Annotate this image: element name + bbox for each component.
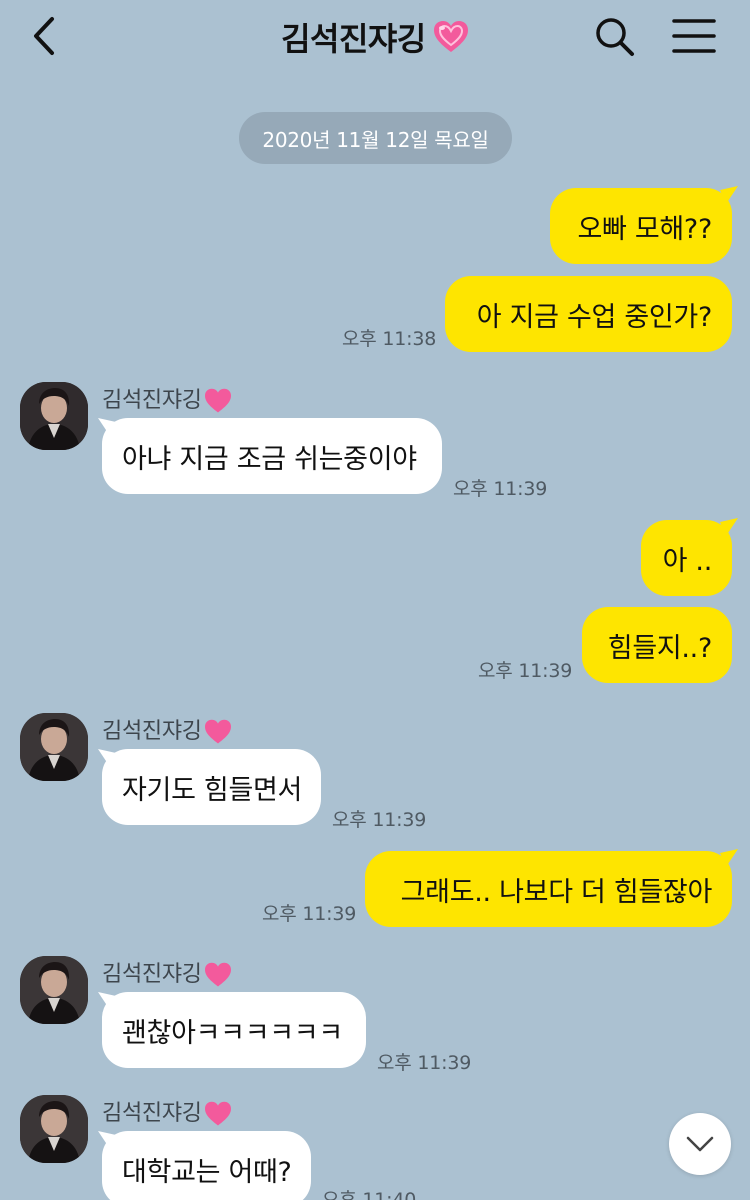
my-message-bubble[interactable]: 오빠 모해?? (550, 188, 732, 264)
message-text: 자기도 힘들면서 (122, 774, 303, 806)
bubble-tail (720, 518, 738, 536)
message-text: 오빠 모해?? (577, 213, 712, 245)
their-message-bubble[interactable]: 대학교는 어때? (102, 1131, 311, 1200)
heart-icon (204, 1101, 231, 1126)
chat-header: 김석진쟈깅 (0, 0, 750, 76)
avatar[interactable] (20, 382, 88, 450)
message-text: 아 지금 수업 중인가? (476, 301, 713, 333)
search-icon (596, 18, 634, 56)
bubble-tail (720, 849, 738, 867)
avatar[interactable] (20, 956, 88, 1024)
menu-button[interactable] (672, 18, 716, 54)
their-message-bubble[interactable]: 괜찮아ㅋㅋㅋㅋㅋㅋ (102, 992, 366, 1068)
message-time: 오후 11:40 (322, 1189, 417, 1200)
message-time: 오후 11:39 (377, 1052, 472, 1074)
chevron-down-icon (686, 1136, 714, 1152)
bubble-tail (720, 186, 738, 204)
message-text: 아냐 지금 조금 쉬는중이야 (122, 443, 417, 475)
message-time: 오후 11:39 (453, 478, 548, 500)
message-time: 오후 11:38 (342, 328, 437, 350)
heart-icon (204, 719, 231, 744)
search-button[interactable] (594, 16, 636, 58)
message-text: 그래도.. 나보다 더 힘들잖아 (400, 876, 713, 908)
profile-photo (20, 713, 88, 781)
heart-icon (204, 388, 231, 413)
sender-name: 김석진쟈깅 (102, 956, 232, 988)
my-message-bubble[interactable]: 힘들지..? (582, 607, 732, 683)
menu-icon (672, 19, 716, 53)
message-text: 괜찮아ㅋㅋㅋㅋㅋㅋ (122, 1017, 343, 1049)
heart-icon (204, 962, 231, 987)
profile-photo (20, 382, 88, 450)
my-message-bubble[interactable]: 아 .. (641, 520, 732, 596)
sender-name: 김석진쟈깅 (102, 713, 232, 745)
message-text: 힘들지..? (607, 632, 713, 664)
chat-title: 김석진쟈깅 (281, 20, 426, 58)
message-text: 대학교는 어때? (122, 1156, 292, 1188)
scroll-to-bottom-button[interactable] (669, 1113, 731, 1175)
message-time: 오후 11:39 (262, 903, 357, 925)
date-divider: 2020년 11월 12일 목요일 (239, 112, 512, 164)
message-time: 오후 11:39 (478, 660, 573, 682)
sender-name: 김석진쟈깅 (102, 1095, 232, 1127)
avatar[interactable] (20, 713, 88, 781)
their-message-bubble[interactable]: 자기도 힘들면서 (102, 749, 321, 825)
message-time: 오후 11:39 (332, 809, 427, 831)
avatar[interactable] (20, 1095, 88, 1163)
profile-photo (20, 1095, 88, 1163)
heart-icon (433, 21, 468, 52)
my-message-bubble[interactable]: 그래도.. 나보다 더 힘들잖아 (365, 851, 732, 927)
their-message-bubble[interactable]: 아냐 지금 조금 쉬는중이야 (102, 418, 442, 494)
chat-title-area: 김석진쟈깅 (0, 14, 750, 58)
sender-name: 김석진쟈깅 (102, 382, 232, 414)
profile-photo (20, 956, 88, 1024)
chat-screen: 김석진쟈깅 2020년 11월 12일 목요일 오빠 모해?? 아 지금 수업 … (0, 0, 750, 1200)
my-message-bubble[interactable]: 아 지금 수업 중인가? (445, 276, 732, 352)
message-text: 아 .. (662, 545, 713, 577)
